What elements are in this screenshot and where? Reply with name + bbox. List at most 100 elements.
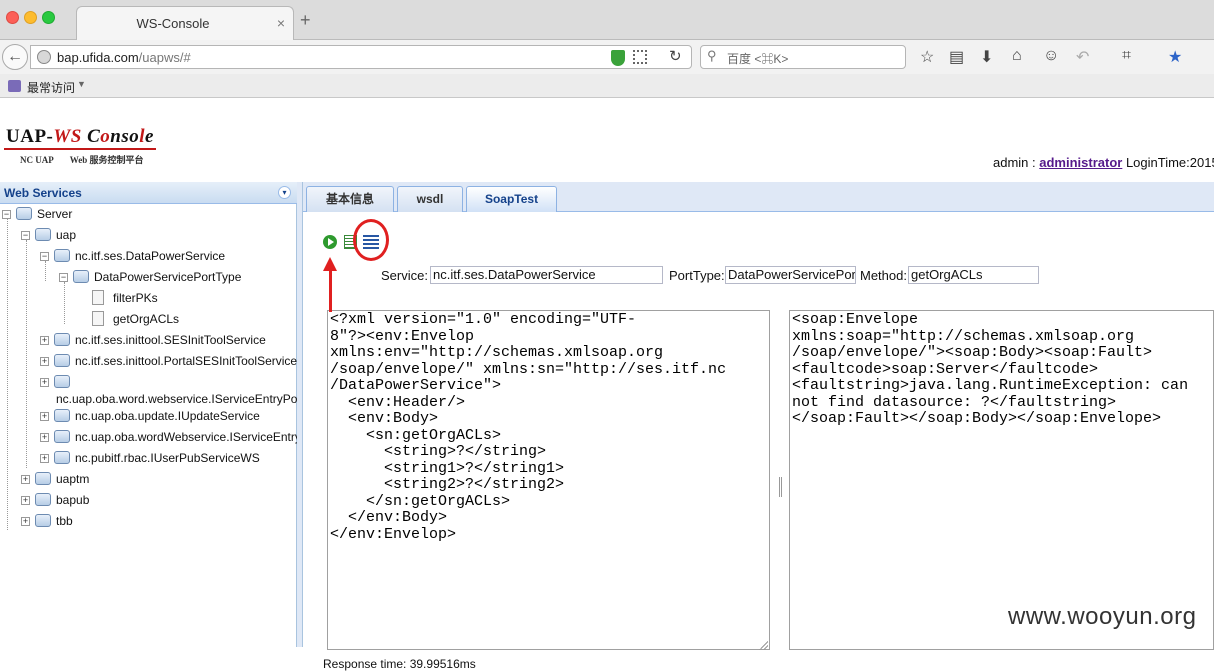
bookmarks-bar: 最常访问 ▼ [0,74,1214,98]
logo-ws: WS [53,126,82,147]
logo-mid: C [81,126,101,147]
tree-node-label: nc.itf.ses.inittool.PortalSESInitToolSer… [75,354,298,368]
bookmark-most-visited[interactable]: 最常访问 [27,79,75,96]
service-icon [54,249,70,262]
undo-icon[interactable]: ↶ [1076,47,1089,67]
collapse-toggle-icon[interactable]: − [21,231,30,240]
crop-icon[interactable]: ⌗ [1122,47,1131,65]
chevron-down-icon[interactable]: ▼ [77,79,86,89]
porttype-icon [73,270,89,283]
reload-icon[interactable]: ↻ [669,47,682,65]
method-field[interactable]: getOrgACLs [908,266,1039,284]
document-icon [92,290,104,305]
collapse-toggle-icon[interactable]: − [2,210,11,219]
collapse-icon[interactable]: ▾ [278,186,291,199]
tree-node-label: DataPowerServicePortType [94,270,242,284]
expand-toggle-icon[interactable]: + [40,357,49,366]
service-icon [54,451,70,464]
browser-tab-bar: WS-Console × + [0,0,1214,40]
panel-header: Web Services ▾ [0,182,297,204]
user-info: admin : administrator LoginTime:2015 [993,155,1214,170]
tree-node-label: uap [56,228,77,242]
tree-node-label: nc.uap.oba.wordWebservice.IServiceEntryP… [75,430,329,444]
globe-icon [37,50,51,64]
emoji-icon[interactable]: ☺ [1043,47,1059,65]
url-domain: bap.ufida.com [57,50,139,65]
annotation-arrow-head [323,257,337,271]
expand-toggle-icon[interactable]: + [21,496,30,505]
method-label: Method: [860,268,907,283]
logo-o: o [100,126,111,147]
expand-toggle-icon[interactable]: + [40,433,49,442]
minimize-window-button[interactable] [24,11,37,24]
extension-icon[interactable]: ★ [1168,47,1182,67]
editor-splitter[interactable] [779,477,782,497]
main-panel: 基本信息 wsdl SoapTest Service: nc.itf.ses.D… [303,182,1214,671]
url-bar[interactable]: bap.ufida.com/uapws/# ↻ [30,45,692,69]
resize-grip-icon[interactable] [758,640,768,650]
soaptest-content: Service: nc.itf.ses.DataPowerService Por… [303,212,1214,671]
logo-subtitle: NC UAP Web 服务控制平台 [20,153,144,166]
service-icon [54,354,70,367]
search-icon: ⚲ [707,48,717,63]
star-icon[interactable]: ☆ [920,47,934,67]
back-button[interactable]: ← [2,44,28,70]
run-icon[interactable] [323,235,337,249]
expand-toggle-icon[interactable]: + [40,412,49,421]
tab-basic-info[interactable]: 基本信息 [306,186,394,212]
url-text[interactable]: bap.ufida.com/uapws/# [57,50,191,65]
maximize-window-button[interactable] [42,11,55,24]
qr-code-icon[interactable] [633,50,647,64]
home-icon[interactable]: ⌂ [1012,47,1022,65]
reading-list-icon[interactable]: ▤ [949,47,964,67]
user-link[interactable]: administrator [1039,155,1122,170]
browser-tab[interactable]: WS-Console × [76,6,294,40]
close-window-button[interactable] [6,11,19,24]
watermark: www.wooyun.org [1008,603,1197,630]
expand-toggle-icon[interactable]: + [40,336,49,345]
tree-node-label: uaptm [56,472,90,486]
folder-icon [35,228,51,241]
panel-title: Web Services [4,186,82,200]
tree-node-label: filterPKs [113,291,158,305]
porttype-label: PortType: [669,268,725,283]
expand-toggle-icon[interactable]: + [21,517,30,526]
service-field[interactable]: nc.itf.ses.DataPowerService [430,266,663,284]
logo-prefix: UAP- [6,126,54,147]
service-icon [54,333,70,346]
server-icon [16,207,32,220]
shield-icon[interactable] [611,50,625,66]
tab-wsdl[interactable]: wsdl [397,186,463,212]
collapse-toggle-icon[interactable]: − [40,252,49,261]
logo-e: e [145,126,154,147]
expand-toggle-icon[interactable]: + [40,378,49,387]
service-icon [54,409,70,422]
web-services-panel: Web Services ▾ − Server − uap − nc.itf.s… [0,182,328,647]
tree-guide [7,218,8,530]
close-tab-icon[interactable]: × [277,15,285,31]
tree-node-label: Server [37,207,73,221]
logo-sub-right: Web 服务控制平台 [69,155,144,165]
request-editor[interactable]: <?xml version="1.0" encoding="UTF- 8"?><… [327,310,770,650]
response-editor[interactable]: <soap:Envelope xmlns:soap="http://schema… [789,310,1214,650]
expand-toggle-icon[interactable]: + [21,475,30,484]
user-prefix: admin : [993,155,1040,170]
download-icon[interactable]: ⬇ [980,47,993,67]
new-tab-button[interactable]: + [300,10,311,31]
annotation-arrow [329,270,332,312]
browser-nav-bar: ← bap.ufida.com/uapws/# ↻ ⚲ 百度 <⌘K> [0,40,1214,74]
expand-toggle-icon[interactable]: + [40,454,49,463]
search-bar[interactable]: ⚲ 百度 <⌘K> [700,45,906,69]
porttype-field[interactable]: DataPowerServicePortType [725,266,856,284]
tree-node-label: nc.itf.ses.DataPowerService [75,249,226,263]
tree-node-label: getOrgACLs [113,312,180,326]
collapse-toggle-icon[interactable]: − [59,273,68,282]
tree-node-label: nc.uap.oba.word.webservice.IServiceEntry… [56,392,311,406]
browser-tab-title: WS-Console [136,16,210,31]
tree-guide [45,261,46,281]
tree-node-label: nc.uap.oba.update.IUpdateService [75,409,260,423]
folder-icon [35,514,51,527]
search-input[interactable]: 百度 <⌘K> [727,50,788,67]
tab-soaptest[interactable]: SoapTest [466,186,557,213]
folder-icon [35,472,51,485]
